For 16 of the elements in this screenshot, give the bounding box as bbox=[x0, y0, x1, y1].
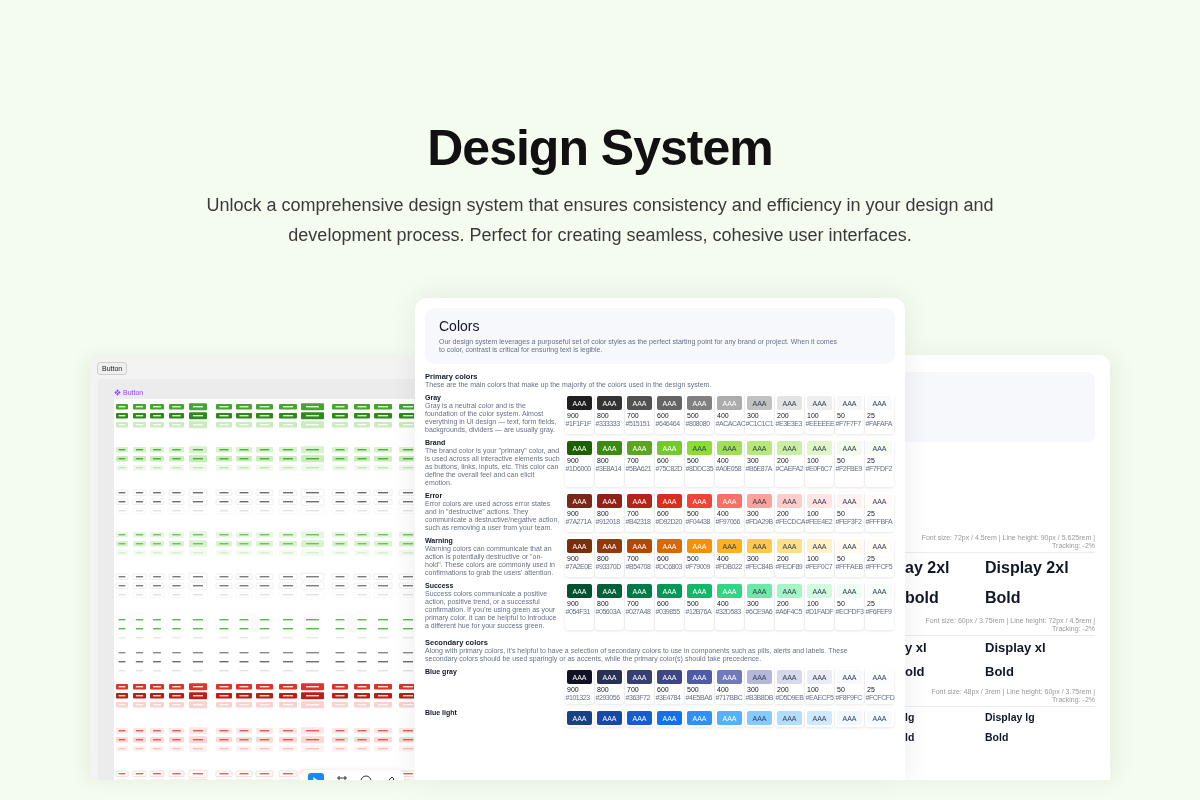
type-sample: Bold bbox=[985, 588, 1021, 608]
type-sample: Bold bbox=[985, 730, 1009, 745]
component-icon bbox=[114, 389, 121, 396]
card-title: Colors bbox=[439, 318, 481, 335]
page-subtitle: Unlock a comprehensive design system that ensures consistency and efficiency in your design and development process. Perfect for creating seamless, cohesive user interfaces. bbox=[205, 194, 995, 247]
page-title: Design System bbox=[427, 119, 773, 178]
type-sample: ld bbox=[905, 730, 916, 745]
type-sample: lg bbox=[905, 710, 916, 725]
type-sample: old bbox=[905, 663, 926, 681]
type-sample: y xl bbox=[905, 639, 928, 657]
type-sample: Display xl bbox=[985, 639, 1046, 657]
type-sample: Bold bbox=[985, 663, 1014, 681]
type-sample: bold bbox=[905, 588, 940, 608]
type-sample: Display lg bbox=[985, 710, 1035, 725]
type-sample: ay 2xl bbox=[905, 558, 951, 578]
type-sample: Display 2xl bbox=[985, 558, 1069, 578]
